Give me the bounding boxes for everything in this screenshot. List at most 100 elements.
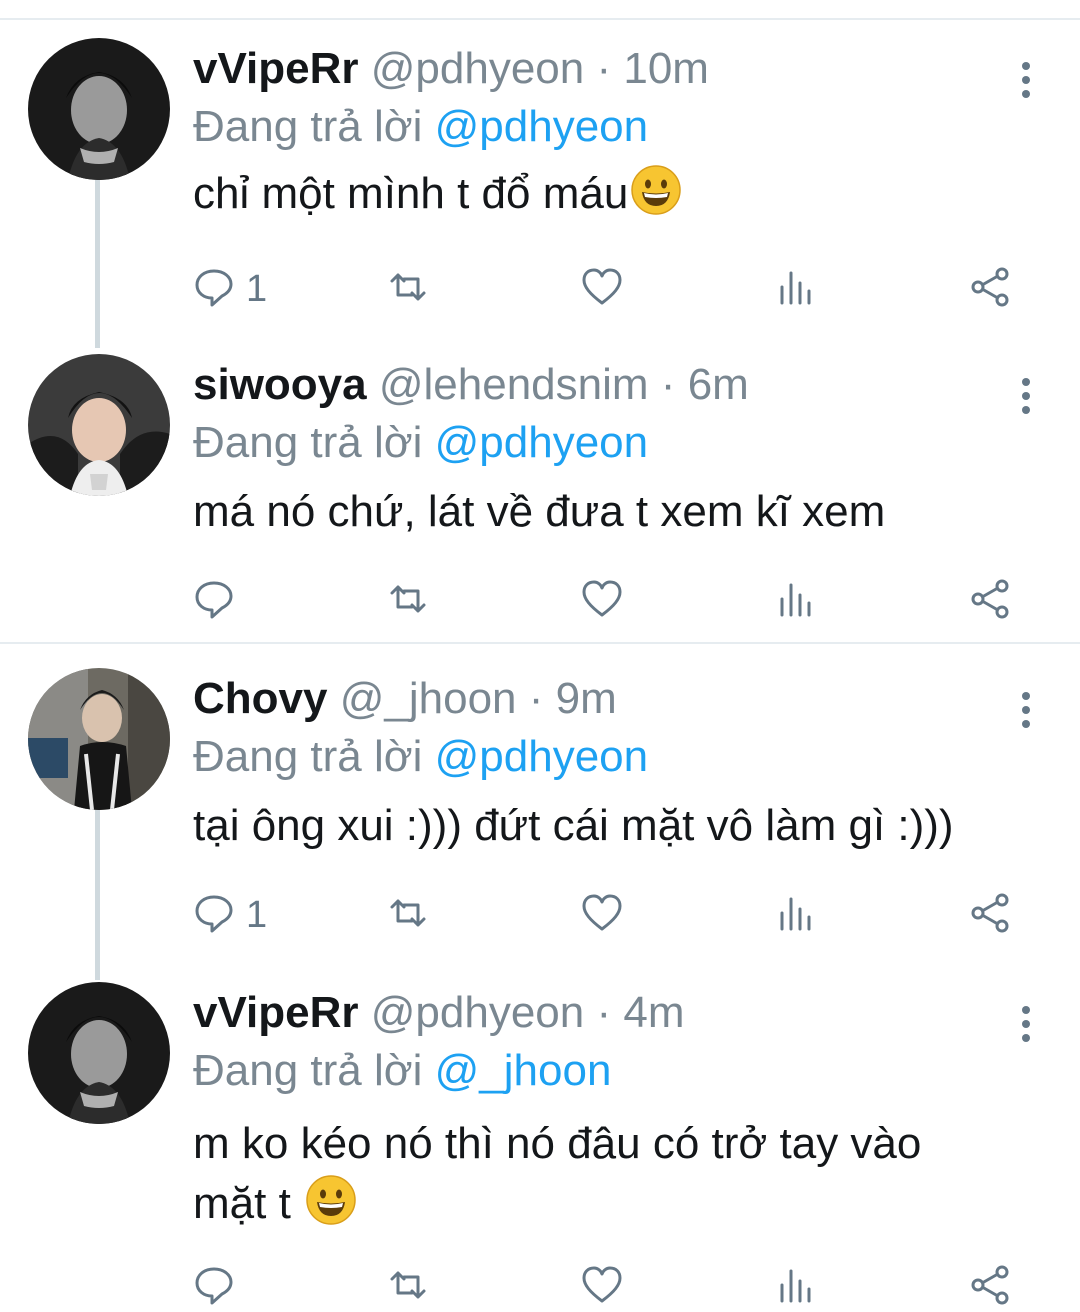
speech-bubble-icon — [192, 577, 236, 626]
replying-to: Đang trả lời @pdhyeon — [193, 412, 648, 474]
timestamp[interactable]: 10m — [623, 44, 709, 93]
retweet-icon — [386, 577, 430, 626]
heart-icon — [580, 891, 624, 940]
like-button[interactable] — [580, 1262, 624, 1312]
share-button[interactable] — [968, 264, 1012, 314]
separator-dot: · — [528, 674, 544, 723]
reply-thread-feed: vVipeRr @pdhyeon · 10m Đang trả lời @pdh… — [0, 0, 1080, 1312]
tweet-text-content: mặt t — [193, 1179, 291, 1228]
tweet-actions — [0, 1262, 1080, 1312]
timestamp[interactable]: 4m — [623, 988, 684, 1037]
separator-dot: · — [596, 44, 612, 93]
tweet-header: vVipeRr @pdhyeon · 10m — [193, 38, 709, 100]
share-button[interactable] — [968, 1262, 1012, 1312]
view-stats-button[interactable] — [774, 264, 818, 314]
bar-chart-icon — [774, 577, 818, 626]
avatar[interactable] — [28, 982, 170, 1124]
display-name[interactable]: siwooya — [193, 360, 367, 409]
view-stats-button[interactable] — [774, 576, 818, 626]
bar-chart-icon — [774, 891, 818, 940]
tweet-text-content: tại ông xui :))) đứt cái mặt vô làm gì :… — [193, 801, 954, 850]
user-handle[interactable]: @lehendsnim — [379, 360, 649, 409]
tweet-header: Chovy @_jhoon · 9m — [193, 668, 617, 730]
retweet-button[interactable] — [386, 890, 430, 940]
tweet-text: tại ông xui :))) đứt cái mặt vô làm gì :… — [193, 796, 1053, 856]
separator-dot: · — [660, 360, 676, 409]
replying-label: Đang trả lời — [193, 102, 423, 151]
reply-button[interactable] — [192, 576, 246, 626]
share-icon — [968, 265, 1012, 314]
retweet-button[interactable] — [386, 264, 430, 314]
reply-button[interactable]: 1 — [192, 264, 267, 314]
replying-label: Đang trả lời — [193, 732, 423, 781]
more-options-icon[interactable] — [1018, 690, 1034, 730]
tweet[interactable]: Chovy @_jhoon · 9m Đang trả lời @pdhyeon… — [0, 668, 1080, 958]
view-stats-button[interactable] — [774, 890, 818, 940]
tweet[interactable]: vVipeRr @pdhyeon · 10m Đang trả lời @pdh… — [0, 38, 1080, 328]
tweet-actions: 1 — [0, 890, 1080, 940]
avatar[interactable] — [28, 38, 170, 180]
retweet-icon — [386, 265, 430, 314]
view-stats-button[interactable] — [774, 1262, 818, 1312]
speech-bubble-icon — [192, 265, 236, 314]
retweet-icon — [386, 1263, 430, 1312]
reply-count: 1 — [246, 267, 268, 310]
share-icon — [968, 577, 1012, 626]
grinning-face-emoji-icon — [305, 1174, 357, 1226]
heart-icon — [580, 577, 624, 626]
tweet-text-content: chỉ một mình t đổ máu — [193, 169, 629, 218]
share-icon — [968, 891, 1012, 940]
heart-icon — [580, 1263, 624, 1312]
share-icon — [968, 1263, 1012, 1312]
heart-icon — [580, 265, 624, 314]
display-name[interactable]: Chovy — [193, 674, 327, 723]
share-button[interactable] — [968, 576, 1012, 626]
replying-to-handle[interactable]: @pdhyeon — [435, 102, 649, 151]
tweet-text-line: m ko kéo nó thì nó đâu có trở tay vào — [193, 1119, 922, 1168]
bar-chart-icon — [774, 1263, 818, 1312]
replying-to-handle[interactable]: @pdhyeon — [435, 418, 649, 467]
tweet-text: m ko kéo nó thì nó đâu có trở tay vào mặ… — [193, 1114, 1053, 1234]
top-divider — [0, 18, 1080, 20]
replying-to: Đang trả lời @_jhoon — [193, 1040, 611, 1102]
reply-count: 1 — [246, 893, 268, 936]
reply-button[interactable] — [192, 1262, 246, 1312]
retweet-button[interactable] — [386, 576, 430, 626]
user-handle[interactable]: @pdhyeon — [371, 988, 585, 1037]
like-button[interactable] — [580, 890, 624, 940]
bar-chart-icon — [774, 265, 818, 314]
more-options-icon[interactable] — [1018, 60, 1034, 100]
timestamp[interactable]: 6m — [688, 360, 749, 409]
tweet-text: má nó chứ, lát về đưa t xem kĩ xem — [193, 482, 1053, 542]
tweet-header: vVipeRr @pdhyeon · 4m — [193, 982, 684, 1044]
replying-label: Đang trả lời — [193, 1046, 423, 1095]
replying-to: Đang trả lời @pdhyeon — [193, 96, 648, 158]
tweet-actions: 1 — [0, 264, 1080, 314]
display-name[interactable]: vVipeRr — [193, 44, 359, 93]
user-handle[interactable]: @pdhyeon — [371, 44, 585, 93]
user-handle[interactable]: @_jhoon — [340, 674, 517, 723]
tweet[interactable]: vVipeRr @pdhyeon · 4m Đang trả lời @_jho… — [0, 982, 1080, 1312]
grinning-face-emoji-icon — [630, 164, 682, 216]
avatar[interactable] — [28, 354, 170, 496]
more-options-icon[interactable] — [1018, 1004, 1034, 1044]
replying-to-handle[interactable]: @_jhoon — [435, 1046, 612, 1095]
avatar[interactable] — [28, 668, 170, 810]
speech-bubble-icon — [192, 891, 236, 940]
tweet-text-line: mặt t — [193, 1174, 1053, 1234]
tweet-text: chỉ một mình t đổ máu — [193, 164, 1053, 224]
tweet[interactable]: siwooya @lehendsnim · 6m Đang trả lời @p… — [0, 354, 1080, 644]
share-button[interactable] — [968, 890, 1012, 940]
reply-button[interactable]: 1 — [192, 890, 267, 940]
more-options-icon[interactable] — [1018, 376, 1034, 416]
tweet-text-content: má nó chứ, lát về đưa t xem kĩ xem — [193, 487, 886, 536]
retweet-button[interactable] — [386, 1262, 430, 1312]
conversation-divider — [0, 642, 1080, 644]
replying-to-handle[interactable]: @pdhyeon — [435, 732, 649, 781]
tweet-header: siwooya @lehendsnim · 6m — [193, 354, 749, 416]
display-name[interactable]: vVipeRr — [193, 988, 359, 1037]
replying-to: Đang trả lời @pdhyeon — [193, 726, 648, 788]
like-button[interactable] — [580, 264, 624, 314]
timestamp[interactable]: 9m — [556, 674, 617, 723]
like-button[interactable] — [580, 576, 624, 626]
